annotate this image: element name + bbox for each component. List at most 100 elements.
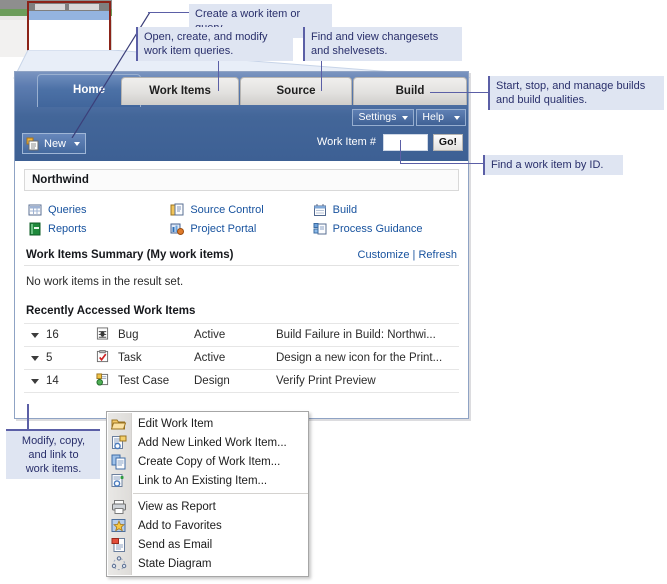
row-expander[interactable] (24, 370, 46, 393)
row-type-icon-cell (96, 324, 118, 347)
chevron-down-icon (402, 115, 409, 120)
callout-builds: Start, stop, and manage builds and build… (488, 76, 664, 110)
new-document-icon (26, 137, 39, 150)
open-folder-icon (111, 419, 127, 429)
table-row[interactable]: 5 Task Active Design a new icon for the … (24, 347, 459, 370)
go-button[interactable]: Go! (432, 134, 463, 151)
project-name-header: Northwind (24, 169, 459, 191)
leader-work-item-queries (218, 57, 219, 91)
content-pane: Northwind Queries Reports Source Control… (14, 161, 469, 419)
test-case-icon (96, 373, 109, 386)
row-expander[interactable] (24, 324, 46, 347)
settings-label: Settings (358, 111, 397, 123)
chevron-down-icon (31, 379, 39, 384)
quick-link-source-control[interactable]: Source Control (170, 200, 312, 219)
row-type-icon-cell (96, 370, 118, 393)
work-item-number-input[interactable] (383, 134, 428, 151)
settings-button[interactable]: Settings (352, 109, 415, 126)
leader-create-work-item-horizontal (148, 12, 189, 13)
row-state: Design (194, 375, 230, 387)
email-icon (111, 537, 125, 552)
menu-item-create-copy-of-work-item[interactable]: Create Copy of Work Item... (107, 452, 308, 471)
screenshot-root: Home Work Items Source Build Settings He… (0, 0, 667, 584)
callout-changesets: Find and view changesets and shelvesets. (303, 27, 462, 61)
chevron-down-icon (454, 115, 460, 120)
quick-link-label: Project Portal (190, 222, 257, 235)
bug-icon (96, 327, 109, 340)
thumbnail-inner-titlebar (29, 3, 109, 11)
quick-link-label: Source Control (190, 203, 264, 216)
build-icon (313, 203, 326, 216)
summary-actions: Customize | Refresh (358, 249, 457, 261)
recently-accessed-table: 16 Bug Active Build Failure in Build: No… (24, 323, 459, 393)
menu-item-add-new-linked-work-item[interactable]: Add New Linked Work Item... (107, 433, 308, 452)
menu-item-label: Send as Email (138, 538, 213, 551)
chevron-down-icon (31, 333, 39, 338)
menu-item-label: View as Report (138, 500, 216, 513)
row-title: Verify Print Preview (276, 375, 376, 387)
leader-find-by-id-horizontal (400, 163, 483, 164)
quick-links-column-2: Source Control Project Portal (170, 200, 312, 238)
customize-link[interactable]: Customize (358, 249, 410, 261)
menu-item-label: Edit Work Item (138, 417, 214, 430)
row-id: 16 (46, 329, 59, 341)
work-items-summary-title: Work Items Summary (My work items) (26, 249, 234, 261)
leader-modify-copy-link (27, 404, 29, 430)
source-control-icon (170, 203, 184, 215)
row-type-icon-cell (96, 347, 118, 370)
state-diagram-icon (111, 555, 127, 570)
quick-link-project-portal[interactable]: Project Portal (170, 219, 312, 238)
work-item-number-label: Work Item # (316, 136, 376, 148)
leader-builds (430, 92, 488, 93)
leader-changesets (321, 57, 322, 91)
help-button[interactable]: Help (416, 109, 466, 126)
menu-item-state-diagram[interactable]: State Diagram (107, 554, 308, 573)
menu-item-link-to-existing-item[interactable]: Link to An Existing Item... (107, 471, 308, 490)
quick-link-label: Queries (48, 203, 87, 216)
add-linked-item-icon (112, 435, 127, 449)
table-row[interactable]: 14 Test Case Design Verify Print Preview (24, 370, 459, 393)
row-id: 5 (46, 352, 53, 364)
quick-link-label: Process Guidance (332, 222, 423, 235)
menu-item-label: Add New Linked Work Item... (138, 436, 287, 449)
callout-find-by-id: Find a work item by ID. (483, 155, 623, 175)
tab-source[interactable]: Source (240, 77, 352, 105)
help-label: Help (422, 111, 444, 123)
quick-links-column-1: Queries Reports (28, 200, 170, 238)
work-items-summary-bar: Work Items Summary (My work items) Custo… (24, 249, 459, 266)
empty-result-message: No work items in the result set. (26, 276, 184, 288)
row-type: Bug (118, 329, 139, 341)
project-portal-icon (170, 223, 185, 235)
quick-link-queries[interactable]: Queries (28, 200, 170, 219)
queries-icon (28, 204, 42, 215)
quick-link-label: Build (332, 203, 358, 216)
refresh-link[interactable]: Refresh (418, 249, 457, 261)
menu-item-label: Add to Favorites (138, 519, 222, 532)
favorites-star-icon (111, 518, 126, 532)
quick-links-column-3: Build Process Guidance (313, 200, 455, 238)
row-state: Active (194, 329, 226, 341)
work-item-context-menu: Edit Work Item Add New Linked Work Item.… (106, 411, 309, 577)
row-type: Task (118, 352, 142, 364)
link-item-icon (111, 473, 124, 487)
reports-icon (29, 222, 41, 235)
context-menu-separator (133, 493, 308, 494)
menu-item-view-as-report[interactable]: View as Report (107, 497, 308, 516)
menu-item-label: State Diagram (138, 557, 212, 570)
task-icon (96, 350, 109, 363)
process-guidance-icon (313, 222, 327, 234)
quick-links-grid: Queries Reports Source Control Project P… (24, 200, 459, 238)
row-state: Active (194, 352, 226, 364)
quick-link-reports[interactable]: Reports (28, 219, 170, 238)
menu-item-add-to-favorites[interactable]: Add to Favorites (107, 516, 308, 535)
table-row[interactable]: 16 Bug Active Build Failure in Build: No… (24, 323, 459, 347)
row-expander[interactable] (24, 347, 46, 370)
row-type: Test Case (118, 375, 170, 387)
chevron-down-icon (74, 141, 81, 146)
menu-item-edit-work-item[interactable]: Edit Work Item (107, 414, 308, 433)
callout-work-item-queries: Open, create, and modify work item queri… (136, 27, 293, 61)
menu-item-send-as-email[interactable]: Send as Email (107, 535, 308, 554)
tab-build[interactable]: Build (353, 77, 467, 105)
quick-link-process-guidance[interactable]: Process Guidance (313, 219, 455, 238)
quick-link-build[interactable]: Build (313, 200, 455, 219)
